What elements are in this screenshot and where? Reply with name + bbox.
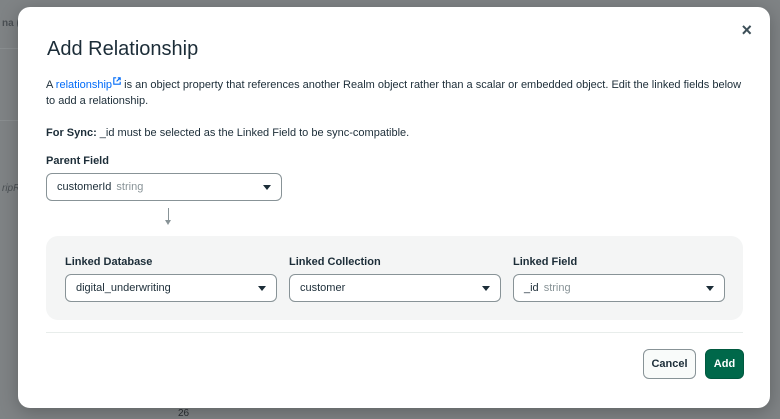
sync-note-text: _id must be selected as the Linked Field… — [96, 127, 410, 139]
add-relationship-modal: × Add Relationship A relationship is an … — [18, 7, 770, 408]
linked-database-label: Linked Database — [65, 256, 153, 268]
linked-database-value: digital_underwriting — [76, 282, 171, 294]
background-divider — [0, 48, 18, 49]
linked-field-value: _id — [524, 282, 539, 294]
chevron-down-icon — [258, 286, 266, 291]
description-suffix: is an object property that references an… — [46, 79, 742, 107]
linked-collection-value: customer — [300, 282, 346, 294]
parent-field-label: Parent Field — [46, 155, 109, 167]
sync-note: For Sync: _id must be selected as the Li… — [46, 127, 409, 139]
arrow-down-icon-head — [165, 220, 171, 225]
chevron-down-icon — [706, 286, 714, 291]
parent-field-select[interactable]: customerId string — [46, 173, 282, 201]
linked-collection-select[interactable]: customer — [289, 274, 501, 302]
linked-field-type: string — [543, 282, 571, 294]
chevron-down-icon — [263, 185, 271, 190]
background-divider — [0, 120, 18, 121]
footer-divider — [46, 332, 743, 333]
linked-collection-label: Linked Collection — [289, 256, 381, 268]
parent-field-value: customerId — [57, 181, 112, 193]
chevron-down-icon — [482, 286, 490, 291]
linked-field-label: Linked Field — [513, 256, 578, 268]
sync-note-label: For Sync: — [46, 127, 97, 139]
description-prefix: A — [46, 79, 56, 91]
parent-field-type: string — [116, 181, 144, 193]
add-button[interactable]: Add — [705, 349, 744, 379]
linked-field-select[interactable]: _id string — [513, 274, 725, 302]
external-link-icon — [113, 77, 121, 85]
linked-database-select[interactable]: digital_underwriting — [65, 274, 277, 302]
cancel-button[interactable]: Cancel — [643, 349, 696, 379]
relationship-link-text: relationship — [55, 79, 113, 91]
relationship-link[interactable]: relationship — [55, 77, 121, 91]
background-fragment-line-number: 26 — [178, 408, 190, 419]
modal-description: A relationship is an object property tha… — [46, 77, 746, 109]
close-icon[interactable]: × — [741, 21, 752, 39]
modal-title: Add Relationship — [47, 38, 199, 60]
